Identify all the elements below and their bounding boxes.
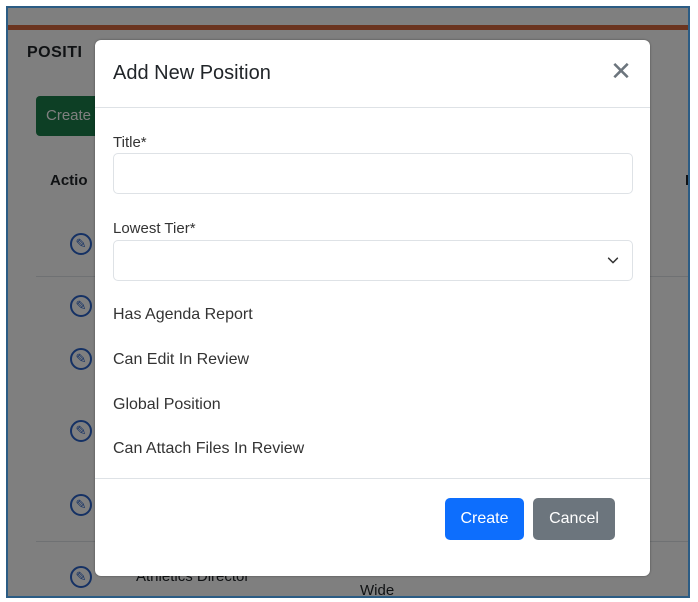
modal-title: Add New Position	[113, 62, 271, 84]
create-button[interactable]: Create	[445, 498, 524, 540]
checkbox-can-attach-files-in-review[interactable]: Can Attach Files In Review	[113, 440, 304, 458]
cancel-button[interactable]: Cancel	[533, 498, 615, 540]
title-label: Title*	[113, 134, 147, 151]
lowest-tier-label: Lowest Tier*	[113, 220, 196, 237]
title-input[interactable]	[113, 153, 633, 194]
chevron-down-icon	[607, 257, 619, 264]
checkbox-can-edit-in-review[interactable]: Can Edit In Review	[113, 351, 249, 369]
add-position-modal: Add New Position ✕ Title* Lowest Tier* H…	[95, 40, 650, 576]
checkbox-global-position[interactable]: Global Position	[113, 396, 221, 414]
lowest-tier-select[interactable]	[113, 240, 633, 281]
close-icon[interactable]: ✕	[608, 58, 634, 84]
modal-footer-divider	[95, 478, 650, 479]
checkbox-has-agenda-report[interactable]: Has Agenda Report	[113, 306, 253, 324]
modal-header: Add New Position ✕	[95, 40, 650, 108]
